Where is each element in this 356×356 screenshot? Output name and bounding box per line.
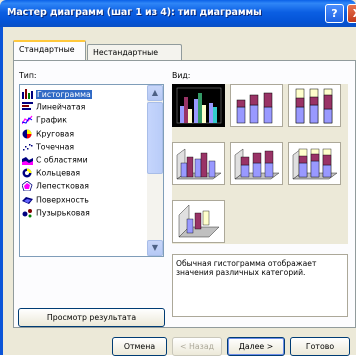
scrollbar[interactable]: ▲ ▼: [147, 85, 163, 256]
chart-type-label: Точечная: [36, 142, 75, 152]
help-button[interactable]: ?: [325, 4, 344, 23]
chart-type-label: С областями: [36, 155, 88, 165]
bubble-chart-icon: [22, 208, 33, 218]
line-chart-icon: [21, 115, 33, 125]
tab-custom[interactable]: Нестандартные: [87, 44, 182, 60]
pie-chart-icon: [22, 129, 33, 139]
close-button[interactable]: X: [347, 4, 356, 23]
doughnut-chart-icon: [22, 168, 33, 178]
chart-type-item[interactable]: График: [21, 113, 148, 126]
bar-chart-icon: [22, 102, 33, 112]
chart-type-label: График: [36, 115, 67, 125]
chart-type-item[interactable]: Гистограмма: [22, 87, 148, 100]
subtype-clustered-column[interactable]: [172, 84, 225, 127]
chart-type-item[interactable]: Лепестковая: [21, 179, 148, 192]
chart-wizard-dialog: Мастер диаграмм (шаг 1 из 4): тип диагра…: [0, 0, 356, 356]
chart-type-item[interactable]: Линейчатая: [22, 100, 148, 113]
subtype-100-stacked-column[interactable]: [288, 84, 341, 127]
chart-type-label: Поверхность: [36, 195, 89, 205]
area-chart-icon: [22, 155, 33, 165]
chart-type-label: Круговая: [36, 129, 75, 139]
window-frame: [0, 27, 3, 355]
chart-type-item[interactable]: Точечная: [22, 140, 148, 153]
view-label: Вид:: [172, 71, 191, 80]
chart-type-label: Лепестковая: [36, 181, 89, 191]
finish-button[interactable]: Готово: [290, 337, 350, 356]
chart-type-label: Пузырьковая: [36, 208, 90, 218]
chart-type-label: Кольцевая: [36, 168, 81, 178]
scroll-up-button[interactable]: ▲: [147, 85, 163, 101]
preview-button[interactable]: Просмотр результата: [18, 308, 165, 327]
chart-type-item[interactable]: С областями: [22, 153, 148, 166]
chart-type-item[interactable]: Круговая: [22, 127, 148, 140]
chart-type-item[interactable]: Пузырьковая: [22, 206, 148, 219]
chart-subtype-grid: [172, 84, 348, 244]
subtype-3d-100-stacked-column[interactable]: [288, 142, 341, 185]
chart-type-description: Обычная гистограмма отображает значения …: [172, 254, 348, 317]
radar-chart-icon: [21, 180, 33, 192]
type-label: Тип:: [19, 71, 37, 80]
back-button[interactable]: < Назад: [172, 337, 222, 356]
next-button[interactable]: Далее >: [227, 337, 285, 356]
chart-type-list[interactable]: Гистограмма Линейчатая График Круговая Точеч…: [19, 84, 164, 257]
chart-type-item[interactable]: Поверхность: [22, 193, 148, 206]
subtype-3d-stacked-column[interactable]: [230, 142, 283, 185]
chart-type-label: Линейчатая: [36, 102, 86, 112]
chart-type-label: Гистограмма: [36, 89, 92, 99]
surface-chart-icon: [22, 195, 33, 205]
window-title: Мастер диаграмм (шаг 1 из 4): тип диагра…: [7, 7, 262, 18]
chart-type-item[interactable]: Кольцевая: [22, 166, 148, 179]
subtype-stacked-column[interactable]: [230, 84, 283, 127]
scroll-thumb[interactable]: [147, 102, 163, 174]
title-bar[interactable]: Мастер диаграмм (шаг 1 из 4): тип диагра…: [0, 0, 356, 27]
subtype-3d-clustered-column[interactable]: [172, 142, 225, 185]
scatter-chart-icon: [22, 142, 33, 152]
column-chart-icon: [22, 89, 33, 99]
tab-standard[interactable]: Стандартные: [13, 40, 86, 60]
cancel-button[interactable]: Отмена: [112, 337, 167, 356]
subtype-3d-column[interactable]: [172, 200, 225, 243]
scroll-down-button[interactable]: ▼: [147, 240, 163, 256]
